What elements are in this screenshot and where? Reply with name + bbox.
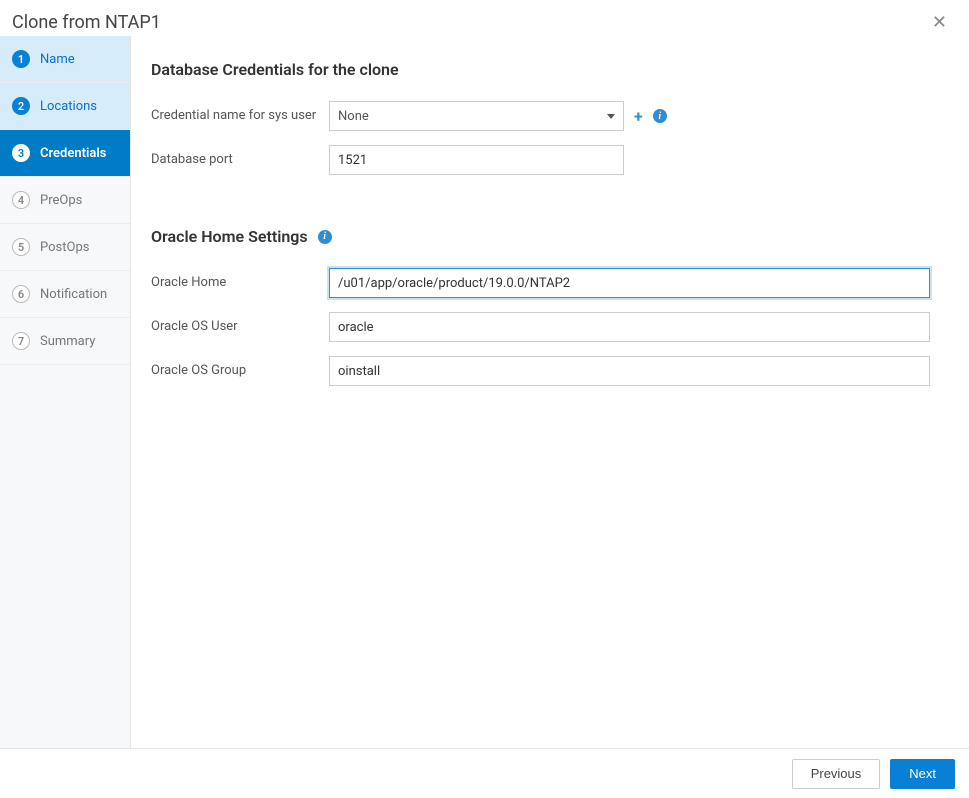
section-gap — [151, 189, 941, 227]
wizard-step-preops[interactable]: 4 PreOps — [0, 177, 130, 224]
row-database-port: Database port — [151, 145, 941, 175]
step-number: 1 — [12, 50, 30, 68]
credential-name-select[interactable]: None — [329, 101, 624, 131]
row-oracle-home: Oracle Home — [151, 268, 941, 298]
dialog-title: Clone from NTAP1 — [12, 12, 161, 33]
step-label: PostOps — [40, 240, 89, 255]
wizard-step-credentials[interactable]: 3 Credentials — [0, 130, 130, 177]
database-port-controls — [329, 145, 941, 175]
oracle-os-group-input[interactable] — [329, 356, 930, 386]
close-icon[interactable]: ✕ — [926, 10, 953, 35]
dialog-body: 1 Name 2 Locations 3 Credentials 4 PreOp… — [0, 36, 969, 748]
credential-name-controls: None + i — [329, 101, 941, 131]
next-button[interactable]: Next — [890, 759, 955, 789]
dialog-footer: Previous Next — [0, 748, 969, 798]
oracle-home-label: Oracle Home — [151, 275, 329, 292]
oracle-os-group-controls — [329, 356, 941, 386]
step-number: 5 — [12, 238, 30, 256]
wizard-step-locations[interactable]: 2 Locations — [0, 83, 130, 130]
step-number: 6 — [12, 285, 30, 303]
oracle-section-title-text: Oracle Home Settings — [151, 227, 308, 246]
oracle-home-input[interactable] — [329, 268, 930, 298]
oracle-os-user-label: Oracle OS User — [151, 319, 329, 336]
step-number: 3 — [12, 144, 30, 162]
wizard-step-name[interactable]: 1 Name — [0, 36, 130, 83]
oracle-home-controls — [329, 268, 941, 298]
oracle-os-user-controls — [329, 312, 941, 342]
wizard-step-notification[interactable]: 6 Notification — [0, 271, 130, 318]
plus-icon[interactable]: + — [634, 107, 643, 126]
database-port-input[interactable] — [329, 145, 624, 175]
previous-button[interactable]: Previous — [792, 759, 881, 789]
oracle-os-group-label: Oracle OS Group — [151, 363, 329, 380]
step-number: 4 — [12, 191, 30, 209]
oracle-section-title: Oracle Home Settings i — [151, 227, 941, 246]
dialog-header: Clone from NTAP1 ✕ — [0, 0, 969, 36]
credentials-section-title: Database Credentials for the clone — [151, 60, 941, 79]
credential-name-value: None — [338, 109, 369, 124]
row-oracle-os-group: Oracle OS Group — [151, 356, 941, 386]
step-number: 7 — [12, 332, 30, 350]
row-credential-name: Credential name for sys user None + i — [151, 101, 941, 131]
step-label: Name — [40, 52, 75, 67]
info-icon[interactable]: i — [653, 109, 667, 123]
step-label: Notification — [40, 287, 107, 302]
credentials-section-title-text: Database Credentials for the clone — [151, 60, 399, 79]
row-oracle-os-user: Oracle OS User — [151, 312, 941, 342]
oracle-os-user-input[interactable] — [329, 312, 930, 342]
credential-name-label: Credential name for sys user — [151, 108, 329, 125]
step-label: PreOps — [40, 193, 82, 208]
step-label: Summary — [40, 334, 95, 349]
step-label: Locations — [40, 99, 97, 114]
wizard-sidebar: 1 Name 2 Locations 3 Credentials 4 PreOp… — [0, 36, 131, 748]
wizard-step-summary[interactable]: 7 Summary — [0, 318, 130, 365]
content-area: Database Credentials for the clone Crede… — [131, 36, 969, 748]
database-port-label: Database port — [151, 152, 329, 169]
step-number: 2 — [12, 97, 30, 115]
wizard-step-postops[interactable]: 5 PostOps — [0, 224, 130, 271]
chevron-down-icon — [607, 114, 615, 119]
step-label: Credentials — [40, 146, 106, 161]
info-icon[interactable]: i — [318, 230, 332, 244]
